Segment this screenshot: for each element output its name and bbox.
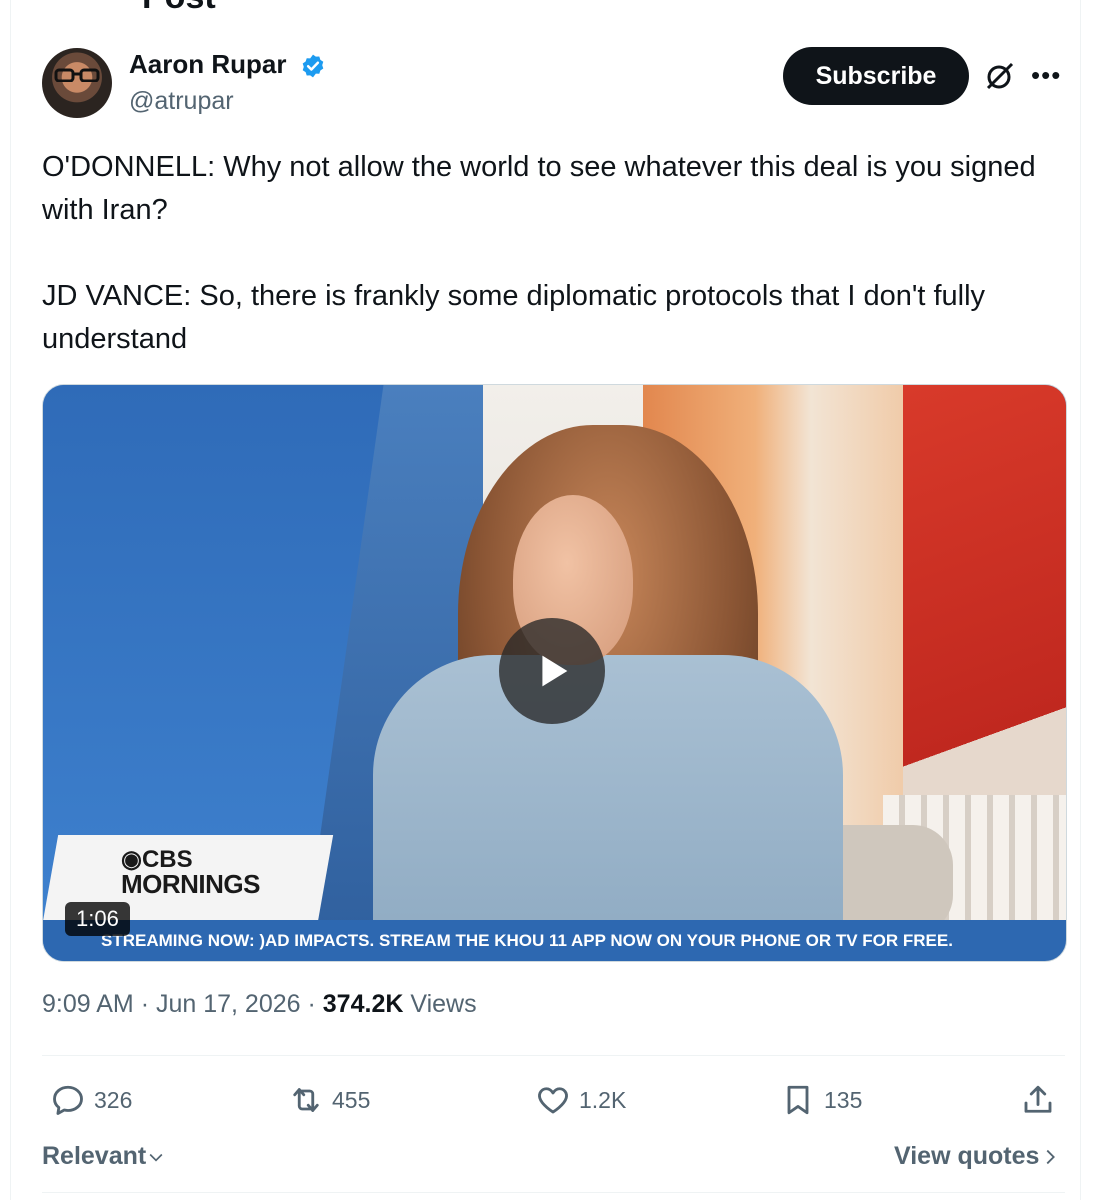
top-bar: ‹ Post <box>0 0 1095 16</box>
verified-badge-icon <box>302 54 324 78</box>
repost-count: 455 <box>332 1086 371 1113</box>
like-count: 1.2K <box>579 1086 627 1113</box>
author-handle[interactable]: @atrupar <box>129 87 234 116</box>
author-name[interactable]: Aaron Rupar <box>129 49 286 80</box>
reply-count: 326 <box>94 1086 133 1113</box>
bookmark-button[interactable]: 135 <box>780 1080 862 1120</box>
repost-button[interactable]: 455 <box>288 1080 370 1120</box>
view-quotes-label: View quotes <box>894 1142 1040 1170</box>
tweet-text: O'DONNELL: Why not allow the world to se… <box>42 151 1036 355</box>
subscribe-button[interactable]: Subscribe <box>783 47 969 105</box>
bookmark-icon <box>787 1085 809 1115</box>
reply-icon <box>53 1085 83 1115</box>
play-button[interactable] <box>499 618 605 724</box>
views-label: Views <box>410 990 477 1018</box>
divider <box>42 1055 1065 1056</box>
column-border-left <box>10 0 11 1200</box>
heart-icon <box>538 1087 568 1114</box>
view-quotes-link[interactable]: View quotes <box>894 1142 1061 1171</box>
back-arrow-icon[interactable]: ‹ <box>40 0 50 10</box>
sort-label: Relevant <box>42 1142 147 1170</box>
chevron-down-icon <box>149 1153 163 1162</box>
divider <box>42 1192 1065 1193</box>
video-player[interactable]: ◉CBS MORNINGS STREAMING NOW: )AD IMPACTS… <box>42 384 1067 962</box>
post-date[interactable]: Jun 17, 2026 <box>156 990 301 1018</box>
bookmark-count: 135 <box>824 1086 863 1113</box>
post-time[interactable]: 9:09 AM <box>42 990 134 1018</box>
page-title: Post <box>142 0 216 17</box>
like-button[interactable]: 1.2K <box>535 1080 626 1120</box>
news-ticker: STREAMING NOW: )AD IMPACTS. STREAM THE K… <box>43 920 1066 961</box>
reply-button[interactable]: 326 <box>50 1080 132 1120</box>
avatar[interactable] <box>42 48 112 118</box>
views-count: 374.2K <box>322 990 404 1018</box>
cbs-mornings-logo: ◉CBS MORNINGS <box>121 846 261 899</box>
reply-sort-dropdown[interactable]: Relevant <box>42 1142 166 1171</box>
grok-icon[interactable] <box>984 60 1016 92</box>
play-icon <box>542 655 568 687</box>
more-options-icon[interactable]: ••• <box>1031 60 1061 91</box>
post-meta: 9:09 AM · Jun 17, 2026 · 374.2K Views <box>42 990 477 1018</box>
share-button[interactable] <box>1020 1080 1064 1120</box>
chevron-right-icon <box>1047 1149 1056 1164</box>
glasses-icon <box>54 68 100 82</box>
repost-icon <box>293 1088 319 1112</box>
video-duration-badge: 1:06 <box>65 902 130 936</box>
column-border-right <box>1080 0 1081 1200</box>
share-icon <box>1024 1085 1052 1113</box>
